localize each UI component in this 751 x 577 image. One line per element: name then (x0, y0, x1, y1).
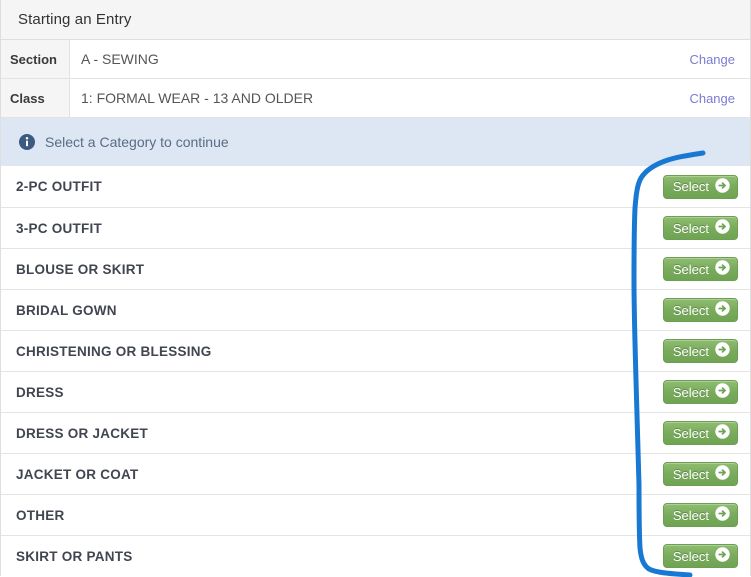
select-button[interactable]: Select (662, 503, 738, 527)
category-name: BRIDAL GOWN (16, 302, 117, 318)
info-circle-icon (19, 134, 35, 150)
category-name: CHRISTENING OR BLESSING (16, 343, 212, 359)
category-list: 2-PC OUTFIT Select 3-PC OUTFIT Select BLOUSE… (1, 166, 750, 576)
select-button[interactable]: Select (662, 174, 738, 199)
arrow-right-circle-icon (715, 465, 730, 483)
starting-an-entry-screen: Starting an Entry Section A - SEWING Cha… (0, 0, 751, 577)
category-row: SKIRT OR PANTS Select (1, 535, 750, 576)
category-row: BRIDAL GOWN Select (1, 289, 750, 330)
arrow-right-circle-icon (715, 424, 730, 442)
select-button[interactable]: Select (662, 339, 738, 363)
select-button-label: Select (672, 302, 709, 318)
panel-header: Starting an Entry (1, 0, 750, 40)
category-row: DRESS Select (1, 371, 750, 412)
category-row: DRESS OR JACKET Select (1, 412, 750, 453)
category-row: OTHER Select (1, 494, 750, 535)
select-button-label: Select (672, 179, 709, 194)
select-button-label: Select (672, 343, 709, 359)
arrow-right-circle-icon (715, 547, 730, 565)
select-button-label: Select (672, 548, 709, 564)
select-button[interactable]: Select (662, 298, 738, 322)
arrow-right-circle-icon (715, 342, 730, 360)
class-row: Class 1: FORMAL WEAR - 13 AND OLDER Chan… (1, 79, 750, 118)
class-change-link[interactable]: Change (689, 79, 750, 117)
category-row: 3-PC OUTFIT Select (1, 207, 750, 248)
section-value: A - SEWING (81, 51, 159, 67)
info-banner-text: Select a Category to continue (45, 134, 229, 150)
select-button[interactable]: Select (662, 421, 738, 445)
select-button-label: Select (672, 466, 709, 482)
page-title: Starting an Entry (18, 11, 132, 28)
category-name: BLOUSE OR SKIRT (16, 261, 145, 277)
class-label: Class (1, 79, 70, 117)
category-name: OTHER (16, 507, 65, 523)
select-button-label: Select (672, 220, 709, 236)
category-name: DRESS OR JACKET (16, 425, 149, 441)
class-value: 1: FORMAL WEAR - 13 AND OLDER (81, 90, 314, 106)
select-button-label: Select (672, 425, 709, 441)
section-row: Section A - SEWING Change (1, 40, 750, 79)
select-button-label: Select (672, 261, 709, 277)
category-name: 3-PC OUTFIT (16, 220, 102, 236)
select-button-label: Select (672, 507, 709, 523)
select-button[interactable]: Select (662, 462, 738, 486)
category-row: JACKET OR COAT Select (1, 453, 750, 494)
section-label: Section (1, 40, 70, 78)
info-banner: Select a Category to continue (1, 118, 750, 166)
category-row: 2-PC OUTFIT Select (1, 166, 750, 207)
category-name: DRESS (16, 384, 64, 400)
category-name: SKIRT OR PANTS (16, 548, 133, 564)
select-button[interactable]: Select (662, 257, 738, 281)
category-row: CHRISTENING OR BLESSING Select (1, 330, 750, 371)
arrow-right-circle-icon (715, 506, 730, 524)
arrow-right-circle-icon (715, 260, 730, 278)
arrow-right-circle-icon (715, 177, 730, 196)
select-button[interactable]: Select (662, 216, 738, 240)
entry-panel: Starting an Entry Section A - SEWING Cha… (0, 0, 751, 576)
select-button[interactable]: Select (662, 380, 738, 404)
arrow-right-circle-icon (715, 301, 730, 319)
section-change-link[interactable]: Change (689, 40, 750, 78)
select-button[interactable]: Select (662, 544, 738, 568)
arrow-right-circle-icon (715, 219, 730, 237)
select-button-label: Select (672, 384, 709, 400)
category-row: BLOUSE OR SKIRT Select (1, 248, 750, 289)
category-name: 2-PC OUTFIT (16, 179, 102, 194)
arrow-right-circle-icon (715, 383, 730, 401)
category-name: JACKET OR COAT (16, 466, 139, 482)
